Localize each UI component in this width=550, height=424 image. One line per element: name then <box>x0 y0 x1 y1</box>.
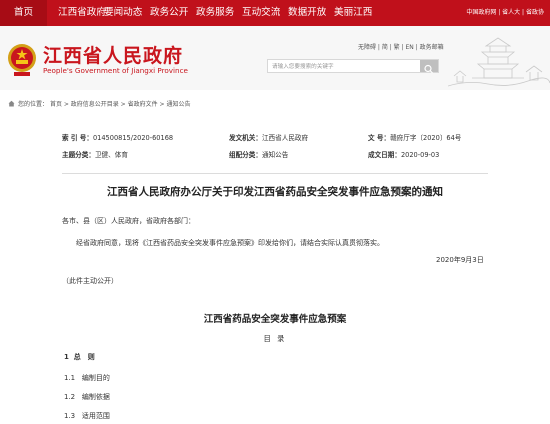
breadcrumb-label: 您的位置： <box>18 101 49 108</box>
meta-issuer-value: 江西省人民政府 <box>261 134 309 142</box>
site-name-english: People's Government of Jiangxi Province <box>43 66 188 75</box>
document-meta: 索 引 号：014500815/2020-60168 发文机关：江西省人民政府 … <box>62 128 488 164</box>
pavilion-skyline-illustration <box>448 37 550 87</box>
search-button[interactable] <box>420 60 438 74</box>
toc-item[interactable]: 1.1 编制目的 <box>64 373 110 383</box>
article-body: 经省政府同意，现将《江西省药品安全突发事件应急预案》印发给你们，请结合实际认真贯… <box>76 239 384 247</box>
meta-issuer-label: 发文机关： <box>229 134 262 142</box>
national-emblem-icon <box>8 44 36 76</box>
meta-docno-value: 赣府厅字〔2020〕64号 <box>390 134 462 142</box>
meta-divider <box>62 173 488 174</box>
toc-item[interactable]: 1.2 编制依据 <box>64 392 110 402</box>
toc-item[interactable]: 1 总 则 <box>64 352 95 362</box>
site-header: 江西省人民政府 People's Government of Jiangxi P… <box>0 26 550 90</box>
site-name[interactable]: 江西省人民政府 <box>43 41 183 68</box>
article-salutation: 各市、县（区）人民政府，省政府各部门： <box>62 217 195 225</box>
meta-genre-value: 通知公告 <box>261 151 289 159</box>
meta-topic-value: 卫健、体育 <box>94 151 128 159</box>
nav-home[interactable]: 首页 <box>0 0 47 26</box>
meta-date-label: 成文日期： <box>368 151 401 159</box>
breadcrumb-path[interactable]: 首页 > 政府信息公开目录 > 省政府文件 > 通知公告 <box>50 101 191 108</box>
nav-item-gov-services[interactable]: 政务服务 <box>196 0 234 26</box>
meta-genre-label: 组配分类： <box>229 151 262 159</box>
meta-topic-label: 主题分类： <box>62 151 95 159</box>
home-icon <box>8 100 15 107</box>
meta-date-value: 2020-09-03 <box>400 151 440 159</box>
toc-heading: 目 录 <box>263 334 287 343</box>
meta-index-label: 索 引 号： <box>62 134 93 142</box>
meta-docno-label: 文 号： <box>368 134 391 142</box>
search-input[interactable]: 请输入您要搜索的关键字 <box>272 62 334 70</box>
utility-links[interactable]: 无障碍 | 简 | 繁 | EN | 政务邮箱 <box>358 42 444 51</box>
attachment-title: 江西省药品安全突发事件应急预案 <box>203 314 347 325</box>
meta-index-value: 014500815/2020-60168 <box>92 134 174 142</box>
toc-item[interactable]: 1.3 适用范围 <box>64 411 110 421</box>
nav-item-gov-affairs-open[interactable]: 政务公开 <box>150 0 188 26</box>
top-right-links[interactable]: 中国政府网 | 省人大 | 省政协 <box>466 0 544 26</box>
search-box[interactable]: 请输入您要搜索的关键字 <box>267 59 439 74</box>
breadcrumb: 您的位置： 首页 > 政府信息公开目录 > 省政府文件 > 通知公告 <box>0 96 550 111</box>
nav-item-jiangxi-gov[interactable]: 江西省政府 <box>58 0 106 26</box>
article-date: 2020年9月3日 <box>436 256 484 264</box>
nav-item-interaction[interactable]: 互动交流 <box>242 0 280 26</box>
nav-item-data-open[interactable]: 数据开放 <box>288 0 326 26</box>
nav-item-beautiful-jiangxi[interactable]: 美丽江西 <box>334 0 372 26</box>
nav-item-news[interactable]: 要闻动态 <box>104 0 142 26</box>
article-title: 江西省人民政府办公厅关于印发江西省药品安全突发事件应急预案的通知 <box>107 186 443 198</box>
top-nav: 首页 江西省政府 要闻动态 政务公开 政务服务 互动交流 数据开放 美丽江西 中… <box>0 0 550 26</box>
search-icon <box>424 64 433 74</box>
article-disclosure: （此件主动公开） <box>62 277 118 285</box>
